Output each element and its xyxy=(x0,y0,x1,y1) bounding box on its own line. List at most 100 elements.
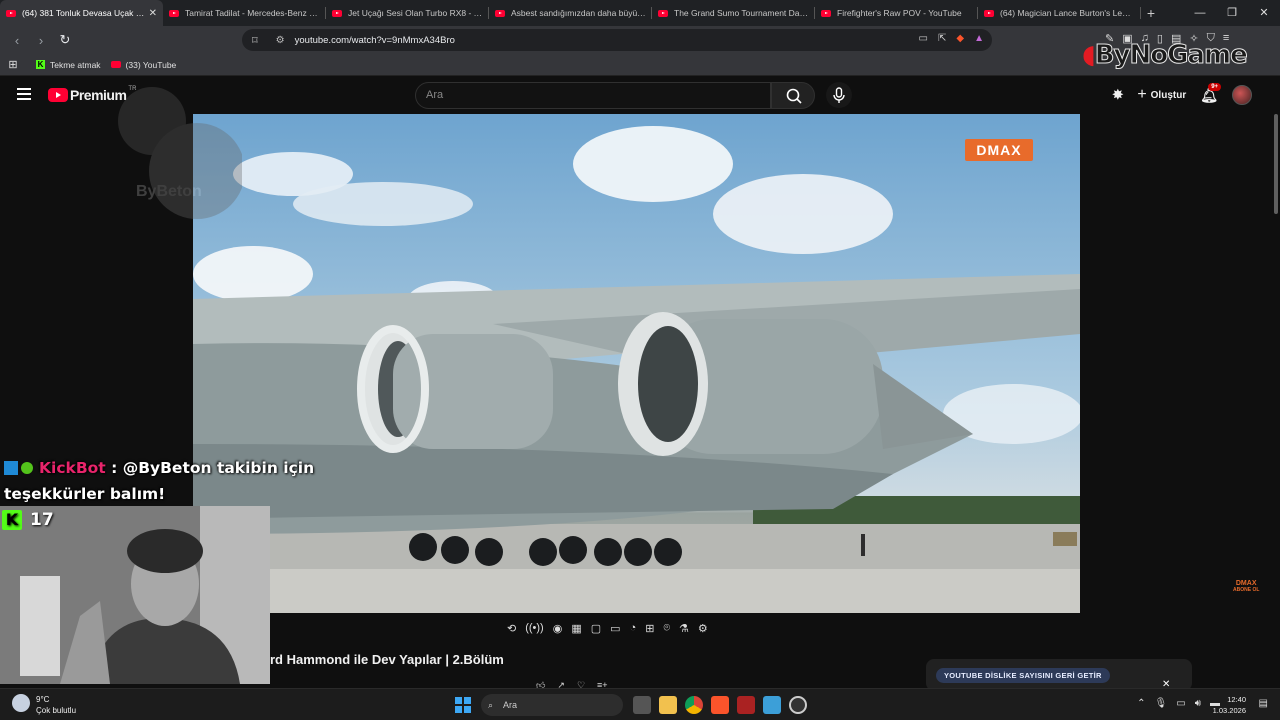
theater-icon[interactable]: ▭ xyxy=(610,622,620,635)
window-controls: — ❐ ✕ xyxy=(1184,0,1280,26)
header-actions: ✸ + Oluştur 🔔︎ 9+ xyxy=(1112,82,1252,105)
weather-desc: Çok bulutlu xyxy=(36,706,77,715)
close-window-icon[interactable]: ✕ xyxy=(1248,0,1280,26)
brave-shield-icon[interactable]: ◆ xyxy=(956,33,964,44)
omnibox-actions: ▭ ⇱ ◆ ▲ xyxy=(919,33,984,44)
browser-tab[interactable]: Jet Uçağı Sesi Olan Turbo RX8 - YouT xyxy=(326,0,489,26)
screenshot-icon[interactable]: ⌾ xyxy=(663,622,670,635)
youtube-favicon-icon xyxy=(821,9,831,17)
vscode-icon[interactable] xyxy=(763,696,781,714)
voice-search-button[interactable] xyxy=(826,82,852,108)
bookmark-label: Tekme atmak xyxy=(50,59,101,70)
network-icon[interactable]: ▭ xyxy=(1176,698,1185,709)
video-frame xyxy=(193,126,1080,613)
video-player[interactable]: DMAX xyxy=(193,114,1080,613)
volume-icon[interactable]: 🔊︎ xyxy=(1195,698,1201,709)
dislike-popup-button[interactable]: YOUTUBE DİSLİKE SAYISINI GERİ GETİR xyxy=(936,668,1110,683)
windows-start-icon[interactable] xyxy=(455,697,471,713)
tab-title: (64) Magician Lance Burton's Legend xyxy=(1000,8,1135,18)
pip-icon[interactable]: ⊞ xyxy=(645,622,654,635)
channel-watermark: DMAX xyxy=(965,139,1033,161)
chat-text-line1: : @ByBeton takibin için xyxy=(111,459,315,477)
back-icon[interactable]: ‹ xyxy=(6,33,28,48)
kick-logo-icon: K xyxy=(2,510,22,530)
browser-tab[interactable]: Firefighter's Raw POV - YouTube xyxy=(815,0,978,26)
bookmark-icon[interactable]: ⌑ xyxy=(252,34,258,47)
new-tab-button[interactable]: + xyxy=(1141,5,1161,21)
reload-icon[interactable]: ↻ xyxy=(54,32,76,48)
address-bar[interactable]: ⌑ ⚙ youtube.com/watch?v=9nMmxA34Bro ▭ ⇱ … xyxy=(242,29,992,51)
obs-icon[interactable] xyxy=(789,696,807,714)
site-info-icon[interactable]: ⚙ xyxy=(276,35,285,46)
file-explorer-icon[interactable] xyxy=(659,696,677,714)
rewards-icon[interactable]: ▲ xyxy=(974,33,984,44)
subscribe-watermark-logo: DMAX xyxy=(1235,580,1257,587)
chrome-icon[interactable] xyxy=(685,696,703,714)
search-input[interactable]: Ara xyxy=(415,82,771,109)
avatar[interactable] xyxy=(1232,85,1252,105)
speed-icon[interactable]: ◔ xyxy=(630,622,637,635)
browser-tab[interactable]: (64) 381 Tonluk Devasa Uçak - R ✕ xyxy=(0,0,163,26)
notifications-button[interactable]: 🔔︎ 9+ xyxy=(1200,82,1222,104)
verified-badge-icon xyxy=(21,462,33,474)
app-icon[interactable] xyxy=(737,696,755,714)
brave-icon[interactable] xyxy=(711,696,729,714)
apps-grid-icon[interactable]: ⊞ xyxy=(0,58,26,71)
bynogame-logo: ◖ByNoGame xyxy=(1082,40,1248,71)
bookmark-youtube[interactable]: (33) YouTube xyxy=(110,59,177,70)
clock-date: 1.03.2026 xyxy=(1212,706,1246,715)
page-scrollbar[interactable] xyxy=(1272,114,1280,688)
audio-icon[interactable]: ((•)) xyxy=(525,622,544,635)
taskbar-apps xyxy=(633,696,807,714)
close-tab-icon[interactable]: ✕ xyxy=(149,8,157,19)
share-icon[interactable]: ⇱ xyxy=(938,33,946,44)
tab-title: The Grand Sumo Tournament Day 1 xyxy=(674,8,809,18)
taskbar-search-label: Ara xyxy=(503,700,518,710)
notification-badge: 9+ xyxy=(1208,82,1222,91)
viewer-count: 17 xyxy=(30,510,54,530)
dislike-popup: YOUTUBE DİSLİKE SAYISINI GERİ GETİR ✕ xyxy=(926,659,1192,691)
tab-title: Firefighter's Raw POV - YouTube xyxy=(837,8,962,18)
subscribe-watermark[interactable]: DMAX ABONE OL xyxy=(1233,580,1259,593)
studio-icon[interactable]: ✸ xyxy=(1112,87,1123,103)
browser-tab[interactable]: The Grand Sumo Tournament Day 1 xyxy=(652,0,815,26)
youtube-favicon-icon xyxy=(495,9,505,17)
settings-gear-icon[interactable]: ⚙ xyxy=(698,622,708,635)
hamburger-menu-icon[interactable] xyxy=(17,88,31,100)
loop-icon[interactable]: ⟲ xyxy=(507,622,516,635)
search-icon xyxy=(786,88,802,104)
tab-title: Asbest sandığımızdan daha büyük b xyxy=(511,8,646,18)
notification-center-icon[interactable]: ▤ xyxy=(1259,698,1268,709)
create-button[interactable]: + Oluştur xyxy=(1137,86,1186,104)
weather-widget[interactable]: 9°C Çok bulutlu xyxy=(12,694,76,716)
search-icon: ⌕ xyxy=(488,700,494,710)
clock-time: 12:40 xyxy=(1227,695,1246,704)
frame-icon[interactable]: ▢ xyxy=(591,622,601,635)
scrollbar-thumb[interactable] xyxy=(1274,114,1278,214)
bot-badge-icon xyxy=(4,461,18,475)
browser-tab[interactable]: Asbest sandığımızdan daha büyük b xyxy=(489,0,652,26)
create-label: Oluştur xyxy=(1150,89,1187,101)
flask-icon[interactable]: ⚗ xyxy=(679,622,689,635)
mic-tray-icon[interactable]: 🎙︎ xyxy=(1155,698,1168,709)
bookmark-kick[interactable]: K Tekme atmak xyxy=(36,60,101,70)
tab-title: Jet Uçağı Sesi Olan Turbo RX8 - YouT xyxy=(348,8,483,18)
chat-message: KickBot : @ByBeton takibin için xyxy=(4,455,314,481)
minimize-icon[interactable]: — xyxy=(1184,0,1216,26)
clock[interactable]: 12:40 1.03.2026 xyxy=(1213,694,1246,716)
tray-chevron-icon[interactable]: ⌃ xyxy=(1137,698,1145,709)
browser-tab[interactable]: Tamirat Tadilat - Mercedes-Benz 500 xyxy=(163,0,326,26)
maximize-icon[interactable]: ❐ xyxy=(1216,0,1248,26)
search-button[interactable] xyxy=(771,82,815,109)
browser-tab[interactable]: (64) Magician Lance Burton's Legend xyxy=(978,0,1141,26)
taskbar-search[interactable]: ⌕ Ara xyxy=(481,694,623,716)
clapper-icon[interactable]: ▦ xyxy=(571,622,581,635)
microphone-icon xyxy=(833,87,845,103)
task-view-icon[interactable] xyxy=(633,696,651,714)
youtube-favicon-icon xyxy=(169,9,179,17)
eye-icon[interactable]: ◉ xyxy=(553,622,563,635)
cast-icon[interactable]: ▭ xyxy=(919,33,928,44)
bookmark-label: (33) YouTube xyxy=(125,59,177,70)
forward-icon[interactable]: › xyxy=(30,33,52,48)
chat-overlay: KickBot : @ByBeton takibin için teşekkür… xyxy=(4,455,314,507)
